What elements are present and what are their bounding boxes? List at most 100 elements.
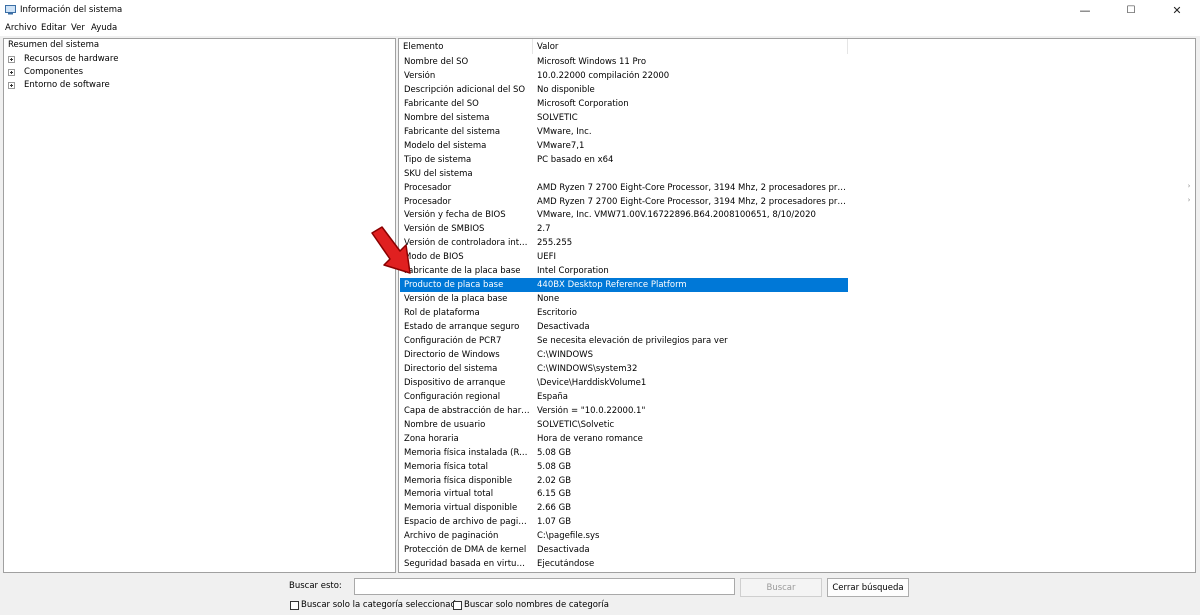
cell-element: SKU del sistema <box>404 168 473 179</box>
table-row[interactable]: Versión de la placa base None <box>400 292 848 306</box>
table-row[interactable]: Estado de arranque seguro Desactivada <box>400 320 848 334</box>
cell-value: VMware7,1 <box>537 140 585 151</box>
table-row[interactable]: Versión de SMBIOS 2.7 <box>400 222 848 236</box>
search-label: Buscar esto: <box>289 581 342 591</box>
expand-icon[interactable] <box>8 69 15 76</box>
checkbox-box[interactable] <box>453 600 462 610</box>
close-search-button[interactable]: Cerrar búsqueda <box>827 578 909 597</box>
table-row[interactable]: Procesador AMD Ryzen 7 2700 Eight-Core Pr… <box>400 181 848 195</box>
table-row[interactable]: Memoria virtual total 6.15 GB <box>400 487 848 501</box>
table-row[interactable]: Memoria virtual disponible 2.66 GB <box>400 501 848 515</box>
cell-value: Intel Corporation <box>537 266 609 277</box>
search-category-names-checkbox[interactable]: Buscar solo nombres de categoría <box>453 600 609 610</box>
menu-ayuda[interactable]: Ayuda <box>91 23 117 33</box>
cell-element: Versión y fecha de BIOS <box>404 210 506 221</box>
close-button[interactable]: ✕ <box>1154 0 1200 20</box>
cell-element: Nombre de usuario <box>404 419 486 430</box>
cell-element: Espacio de archivo de paginaci... <box>404 517 530 528</box>
cell-element: Versión de controladora integr... <box>404 238 530 249</box>
table-row[interactable]: Configuración regional España <box>400 390 848 404</box>
cell-element: Directorio del sistema <box>404 363 498 374</box>
table-row[interactable]: Seguridad basada en virtualiza... Ejecutá… <box>400 557 848 571</box>
cell-value: SOLVETIC <box>537 112 578 123</box>
maximize-button[interactable]: ☐ <box>1108 0 1154 20</box>
cell-element: Zona horaria <box>404 433 459 444</box>
cell-element: Versión de SMBIOS <box>404 224 485 235</box>
column-header-element[interactable]: Elemento <box>399 39 532 54</box>
expand-icon[interactable] <box>8 82 15 89</box>
cell-element: Capa de abstracción de hardw... <box>404 405 530 416</box>
table-row[interactable]: Modelo del sistema VMware7,1 <box>400 139 848 153</box>
table-row[interactable]: Directorio de Windows C:\WINDOWS <box>400 348 848 362</box>
details-list[interactable]: Elemento Valor Nombre del SO Microsoft Wi… <box>398 38 1196 573</box>
tree-item-components[interactable]: Componentes <box>4 66 304 79</box>
table-row[interactable]: Versión de controladora integr... 255.255 <box>400 236 848 250</box>
table-row[interactable]: Fabricante del SO Microsoft Corporation <box>400 97 848 111</box>
cell-value: No disponible <box>537 84 595 95</box>
table-row[interactable]: Memoria física total 5.08 GB <box>400 460 848 474</box>
table-row[interactable]: Fabricante de la placa base Intel Corpora… <box>400 264 848 278</box>
cell-value: \Device\HarddiskVolume1 <box>537 377 647 388</box>
table-row[interactable]: Versión 10.0.22000 compilación 22000 <box>400 69 848 83</box>
table-row[interactable]: Nombre del SO Microsoft Windows 11 Pro <box>400 55 848 69</box>
cell-element: Versión de la placa base <box>404 294 508 305</box>
table-row[interactable]: Descripción adicional del SO No disponibl… <box>400 83 848 97</box>
tree-item-hardware[interactable]: Recursos de hardware <box>4 53 304 66</box>
table-row[interactable]: Nombre de usuario SOLVETIC\Solvetic <box>400 418 848 432</box>
table-row[interactable]: Modo de BIOS UEFI <box>400 250 848 264</box>
table-row[interactable]: Producto de placa base 440BX Desktop Refe… <box>400 278 848 293</box>
minimize-button[interactable]: — <box>1062 0 1108 20</box>
table-row[interactable]: Zona horaria Hora de verano romance <box>400 432 848 446</box>
column-header-value[interactable]: Valor <box>533 39 847 54</box>
cell-value: Versión = "10.0.22000.1" <box>537 405 646 416</box>
cell-value: Desactivada <box>537 322 590 333</box>
cell-value: 440BX Desktop Reference Platform <box>537 280 687 291</box>
table-row[interactable]: Configuración de PCR7 Se necesita elevaci… <box>400 334 848 348</box>
table-row[interactable]: Procesador AMD Ryzen 7 2700 Eight-Core Pr… <box>400 195 848 209</box>
cell-element: Nombre del SO <box>404 57 469 67</box>
cell-value: Microsoft Corporation <box>537 98 629 109</box>
table-row[interactable]: SKU del sistema <box>400 167 848 181</box>
table-row[interactable]: Tipo de sistema PC basado en x64 <box>400 153 848 167</box>
tree-item-label: Recursos de hardware <box>24 54 119 64</box>
cell-value: 2.7 <box>537 224 551 235</box>
table-row[interactable]: Memoria física disponible 2.02 GB <box>400 474 848 488</box>
cell-value: AMD Ryzen 7 2700 Eight-Core Processor, 3… <box>537 196 846 207</box>
table-row[interactable]: Directorio del sistema C:\WINDOWS\system3… <box>400 362 848 376</box>
search-input[interactable] <box>354 578 735 595</box>
menu-editar[interactable]: Editar <box>41 23 66 33</box>
cell-element: Fabricante de la placa base <box>404 266 521 277</box>
cell-element: Protección de DMA de kernel <box>404 545 527 556</box>
table-row[interactable]: Protección de DMA de kernel Desactivada <box>400 543 848 557</box>
table-row[interactable]: Archivo de paginación C:\pagefile.sys <box>400 529 848 543</box>
cell-value: VMware, Inc. <box>537 126 592 137</box>
search-selected-category-checkbox[interactable]: Buscar solo la categoría seleccionada <box>290 600 461 610</box>
expand-icon[interactable] <box>8 56 15 63</box>
tree-item-software[interactable]: Entorno de software <box>4 79 304 92</box>
column-header-label: Elemento <box>403 42 444 52</box>
cell-element: Fabricante del sistema <box>404 126 501 137</box>
column-divider[interactable] <box>847 39 848 54</box>
table-row[interactable]: Versión y fecha de BIOS VMware, Inc. VMW7… <box>400 208 848 222</box>
menu-archivo[interactable]: Archivo <box>5 23 37 33</box>
cell-value: Microsoft Windows 11 Pro <box>537 57 647 67</box>
category-tree[interactable]: Resumen del sistema Recursos de hardware… <box>3 38 396 573</box>
table-row[interactable]: Dispositivo de arranque \Device\HarddiskV… <box>400 376 848 390</box>
cell-value: None <box>537 294 560 305</box>
menu-ver[interactable]: Ver <box>71 23 85 33</box>
cell-element: Procesador <box>404 196 452 207</box>
tree-item-system-summary[interactable]: Resumen del sistema <box>8 40 99 53</box>
table-row[interactable]: Capa de abstracción de hardw... Versión =… <box>400 404 848 418</box>
cell-element: Nombre del sistema <box>404 112 490 123</box>
table-row[interactable]: Fabricante del sistema VMware, Inc. <box>400 125 848 139</box>
table-row[interactable]: Memoria física instalada (RAM) 5.08 GB <box>400 446 848 460</box>
table-row[interactable]: Espacio de archivo de paginaci... 1.07 GB <box>400 515 848 529</box>
window-title: Información del sistema <box>20 5 123 15</box>
cell-element: Tipo de sistema <box>404 154 472 165</box>
search-button[interactable]: Buscar <box>740 578 822 597</box>
table-row[interactable]: Nombre del sistema SOLVETIC <box>400 111 848 125</box>
cell-value: 5.08 GB <box>537 447 572 458</box>
cell-element: Memoria virtual disponible <box>404 503 518 514</box>
table-row[interactable]: Rol de plataforma Escritorio <box>400 306 848 320</box>
checkbox-box[interactable] <box>290 600 299 610</box>
